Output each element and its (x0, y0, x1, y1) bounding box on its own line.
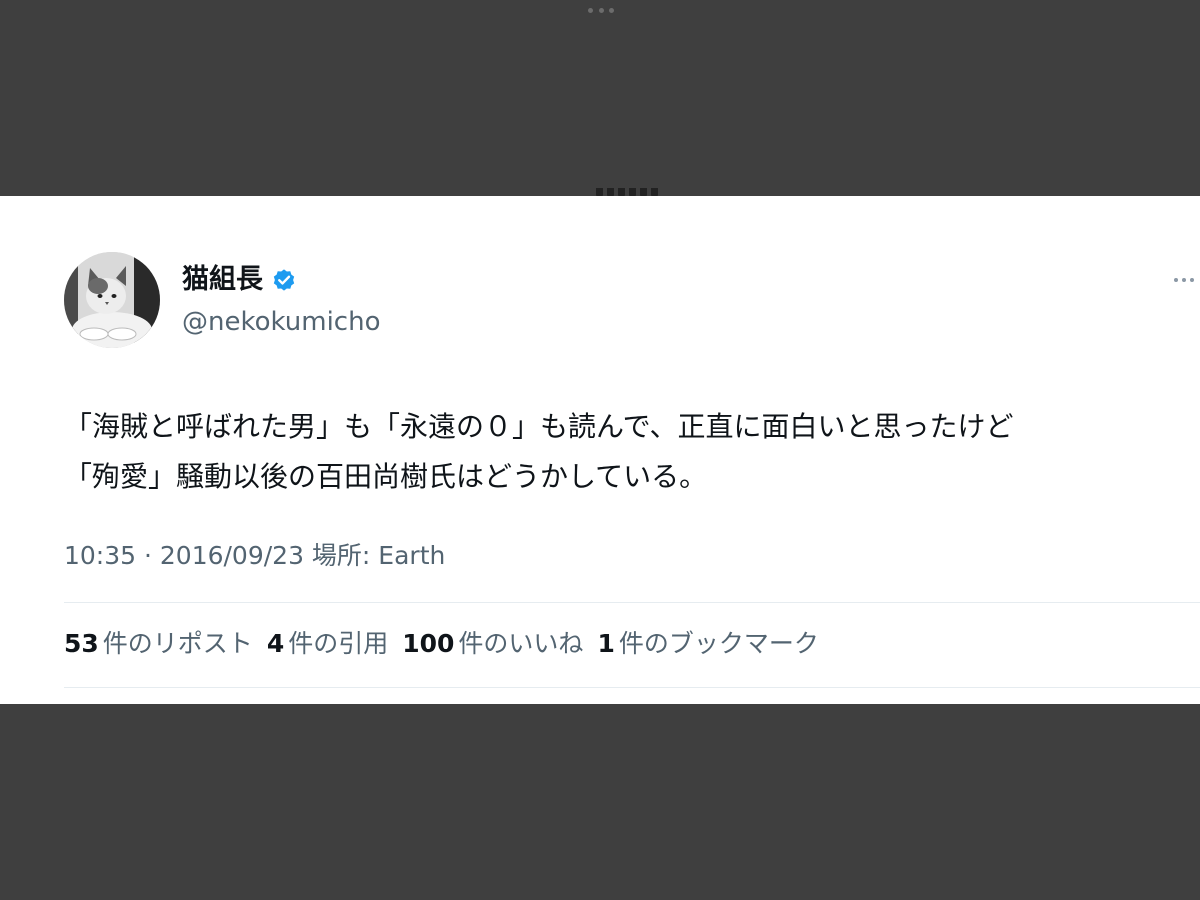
tweet-card: 猫組長 @nekokumicho 「海賊と呼ばれた男」も「永遠の０」も読んで、正… (0, 188, 1200, 704)
repost-count-value: 53 (64, 629, 99, 658)
like-count-label: 件のいいね (458, 629, 584, 658)
quote-count-value: 4 (266, 629, 285, 658)
verified-badge-icon (271, 267, 297, 293)
dot (588, 7, 593, 13)
avatar[interactable] (64, 252, 160, 348)
clipped-header-text (596, 188, 660, 202)
tweet-timestamp-location[interactable]: 10:35 · 2016/09/23 場所: Earth (64, 540, 445, 572)
dot (609, 7, 614, 13)
bookmark-count[interactable]: 1 件のブックマーク (597, 628, 818, 660)
dot (598, 7, 604, 13)
quote-count-label: 件の引用 (288, 629, 389, 658)
more-options-icon[interactable] (1174, 276, 1194, 284)
quote-count[interactable]: 4 件の引用 (267, 628, 388, 660)
like-count[interactable]: 100 件のいいね (402, 628, 583, 660)
divider (64, 687, 1200, 688)
divider (64, 602, 1200, 603)
display-name-row[interactable]: 猫組長 (182, 264, 297, 296)
user-handle[interactable]: @nekokumicho (182, 306, 380, 338)
repost-count[interactable]: 53 件のリポスト (64, 628, 253, 660)
bookmark-count-value: 1 (597, 629, 615, 658)
display-name[interactable]: 猫組長 (182, 264, 263, 296)
bookmark-count-label: 件のブックマーク (618, 629, 819, 658)
repost-count-label: 件のリポスト (102, 629, 253, 658)
drag-handle-dots-icon[interactable] (588, 6, 614, 14)
cat-avatar-image (64, 252, 160, 348)
tweet-text: 「海賊と呼ばれた男」も「永遠の０」も読んで、正直に面白いと思ったけど 「殉愛」騒… (64, 410, 1014, 493)
engagement-stats: 53 件のリポスト 4 件の引用 100 件のいいね 1 件のブックマーク (64, 628, 833, 660)
like-count-value: 100 (402, 629, 455, 658)
